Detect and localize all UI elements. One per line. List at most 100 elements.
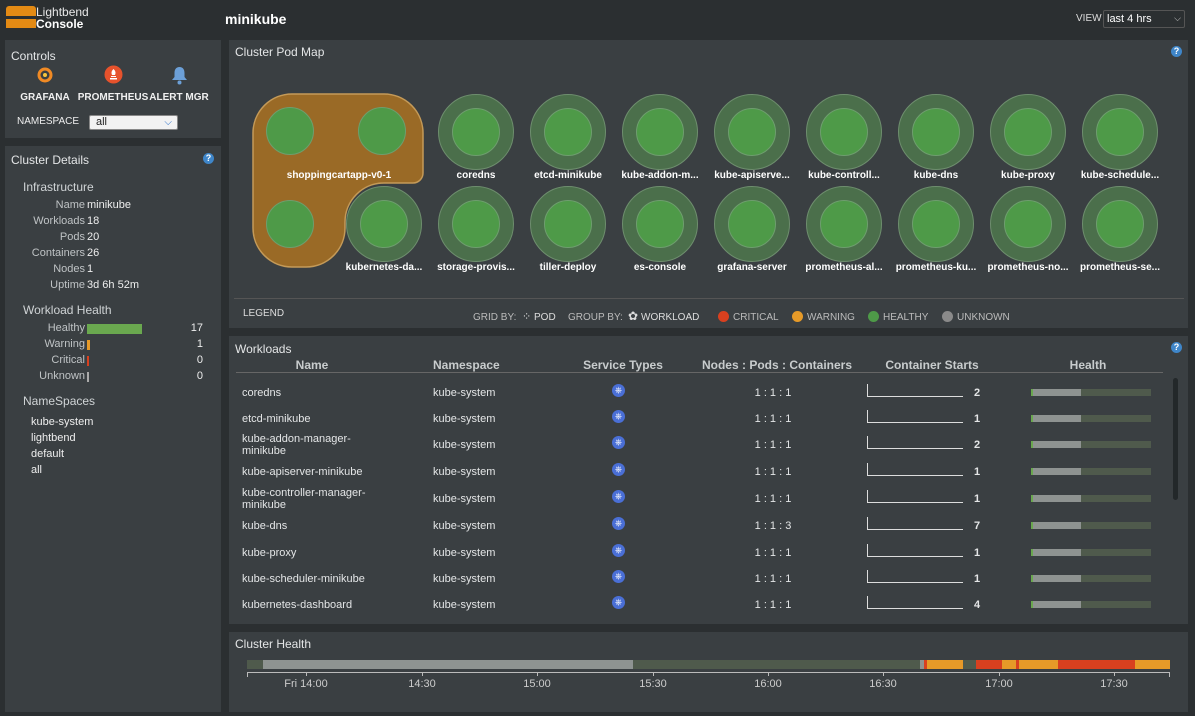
pod-group[interactable]: prometheus-al... bbox=[801, 186, 887, 296]
column-header[interactable]: Service Types bbox=[573, 358, 673, 372]
pod-group[interactable]: storage-provis... bbox=[433, 186, 519, 296]
column-header[interactable]: Health bbox=[1033, 358, 1143, 372]
namespace-select[interactable]: all ⌵ bbox=[89, 115, 178, 130]
pod[interactable] bbox=[714, 186, 790, 262]
pod[interactable] bbox=[266, 200, 314, 248]
pod-label: storage-provis... bbox=[437, 262, 515, 273]
pod-group[interactable]: prometheus-no... bbox=[985, 186, 1071, 296]
axis-tick-label: 17:30 bbox=[1100, 678, 1128, 690]
table-row[interactable]: etcd-minikube kube-system ⎈ 1 : 1 : 1 1 bbox=[229, 405, 1169, 431]
column-header[interactable]: Nodes : Pods : Containers bbox=[697, 358, 857, 372]
pod[interactable] bbox=[898, 94, 974, 170]
namespace-cell: kube-system bbox=[433, 413, 496, 425]
pod[interactable] bbox=[438, 186, 514, 262]
npc-cell: 1 : 1 : 1 bbox=[754, 466, 792, 478]
column-header[interactable]: Container Starts bbox=[862, 358, 1002, 372]
pod-label: etcd-minikube bbox=[534, 170, 602, 181]
pod-core bbox=[1096, 108, 1144, 156]
pod[interactable] bbox=[1082, 94, 1158, 170]
pod[interactable] bbox=[990, 186, 1066, 262]
pod-label: kube-proxy bbox=[1001, 170, 1055, 181]
help-icon[interactable]: ? bbox=[203, 153, 214, 164]
pod[interactable] bbox=[1082, 186, 1158, 262]
pod[interactable] bbox=[622, 94, 698, 170]
table-row[interactable]: kube-scheduler-minikube kube-system ⎈ 1 : 1… bbox=[229, 565, 1169, 591]
table-row[interactable]: kube-addon-manager-minikube kube-system ⎈ 1… bbox=[229, 431, 1169, 457]
scrollbar[interactable] bbox=[1173, 378, 1178, 500]
namespace-link[interactable]: default bbox=[31, 448, 64, 460]
grafana-link[interactable]: GRAFANA bbox=[15, 65, 75, 105]
namespace-cell: kube-system bbox=[433, 599, 496, 611]
alert-manager-link[interactable]: ALERT MGR bbox=[149, 65, 209, 105]
pod-group[interactable]: prometheus-se... bbox=[1077, 186, 1163, 296]
table-row[interactable]: kube-proxy kube-system ⎈ 1 : 1 : 1 1 bbox=[229, 539, 1169, 565]
alert-manager-label: ALERT MGR bbox=[149, 92, 209, 103]
pod[interactable] bbox=[266, 107, 314, 155]
pod[interactable] bbox=[806, 94, 882, 170]
grid-by-value: POD bbox=[534, 312, 556, 323]
pod-core bbox=[820, 108, 868, 156]
pod-group[interactable]: prometheus-ku... bbox=[893, 186, 979, 296]
column-header[interactable]: Name bbox=[242, 358, 382, 372]
timeline-critical bbox=[976, 660, 1002, 669]
table-row[interactable]: kube-controller-manager-minikube kube-sys… bbox=[229, 485, 1169, 511]
grid-by-control[interactable]: ⁘ POD bbox=[522, 310, 558, 324]
namespace-link[interactable]: all bbox=[31, 464, 42, 476]
status-dot-icon bbox=[718, 311, 729, 322]
pod[interactable] bbox=[530, 94, 606, 170]
pod[interactable] bbox=[530, 186, 606, 262]
workload-name: kube-controller-manager- bbox=[242, 487, 366, 499]
help-icon[interactable]: ? bbox=[1171, 342, 1182, 353]
pod[interactable] bbox=[898, 186, 974, 262]
column-header[interactable]: Namespace bbox=[433, 358, 500, 372]
table-row[interactable]: kubernetes-dashboard kube-system ⎈ 1 : 1 : … bbox=[229, 591, 1169, 617]
pod[interactable] bbox=[990, 94, 1066, 170]
timeline-warning bbox=[1135, 660, 1170, 669]
chevron-down-icon: ⌵ bbox=[1174, 13, 1181, 23]
health-timeline[interactable] bbox=[247, 660, 1170, 669]
pod-core bbox=[912, 200, 960, 248]
table-row[interactable]: kube-dns kube-system ⎈ 1 : 1 : 3 7 bbox=[229, 512, 1169, 538]
axis-tick-label: 16:30 bbox=[869, 678, 897, 690]
cluster-details-title: Cluster Details bbox=[11, 153, 90, 167]
status-dot-icon bbox=[868, 311, 879, 322]
namespace-cell: kube-system bbox=[433, 439, 496, 451]
pod[interactable] bbox=[346, 186, 422, 262]
kubernetes-icon: ⎈ bbox=[612, 596, 625, 609]
pod[interactable] bbox=[358, 107, 406, 155]
namespace-select-value: all bbox=[96, 116, 108, 128]
pod-core bbox=[1004, 200, 1052, 248]
pod-label: prometheus-ku... bbox=[895, 262, 977, 273]
timeline-warning bbox=[1019, 660, 1058, 669]
pod-label: kube-dns bbox=[913, 170, 959, 181]
timeline-warning bbox=[927, 660, 963, 669]
prometheus-link[interactable]: PROMETHEUS bbox=[77, 65, 149, 105]
pod[interactable] bbox=[806, 186, 882, 262]
pod-core bbox=[728, 108, 776, 156]
table-row[interactable]: coredns kube-system ⎈ 1 : 1 : 1 2 bbox=[229, 379, 1169, 405]
pod[interactable] bbox=[714, 94, 790, 170]
pod-map-title: Cluster Pod Map bbox=[235, 45, 325, 59]
pod-label: prometheus-al... bbox=[805, 262, 883, 273]
pod-group[interactable]: kubernetes-da... bbox=[341, 186, 427, 296]
legend-label: WARNING bbox=[807, 312, 855, 323]
infrastructure-heading: Infrastructure bbox=[23, 180, 94, 194]
bell-icon bbox=[172, 67, 187, 85]
help-icon[interactable]: ? bbox=[1171, 46, 1182, 57]
pod[interactable] bbox=[438, 94, 514, 170]
workload-name-cont: minikube bbox=[242, 445, 287, 457]
namespace-link[interactable]: lightbend bbox=[31, 432, 76, 444]
group-by-control[interactable]: ✿ WORKLOAD bbox=[628, 309, 700, 324]
pod[interactable] bbox=[622, 186, 698, 262]
npc-cell: 1 : 1 : 3 bbox=[754, 520, 792, 532]
container-starts-sparkline bbox=[867, 436, 963, 449]
table-row[interactable]: kube-apiserver-minikube kube-system ⎈ 1 : 1… bbox=[229, 458, 1169, 484]
pod-group[interactable]: tiller-deploy bbox=[525, 186, 611, 296]
namespace-link[interactable]: kube-system bbox=[31, 416, 93, 428]
health-label: Warning bbox=[44, 338, 85, 350]
health-bar bbox=[87, 340, 90, 350]
pod-group[interactable]: es-console bbox=[617, 186, 703, 296]
npc-cell: 1 : 1 : 1 bbox=[754, 439, 792, 451]
pod-group[interactable]: grafana-server bbox=[709, 186, 795, 296]
view-select[interactable]: last 4 hrs ⌵ bbox=[1103, 10, 1185, 28]
